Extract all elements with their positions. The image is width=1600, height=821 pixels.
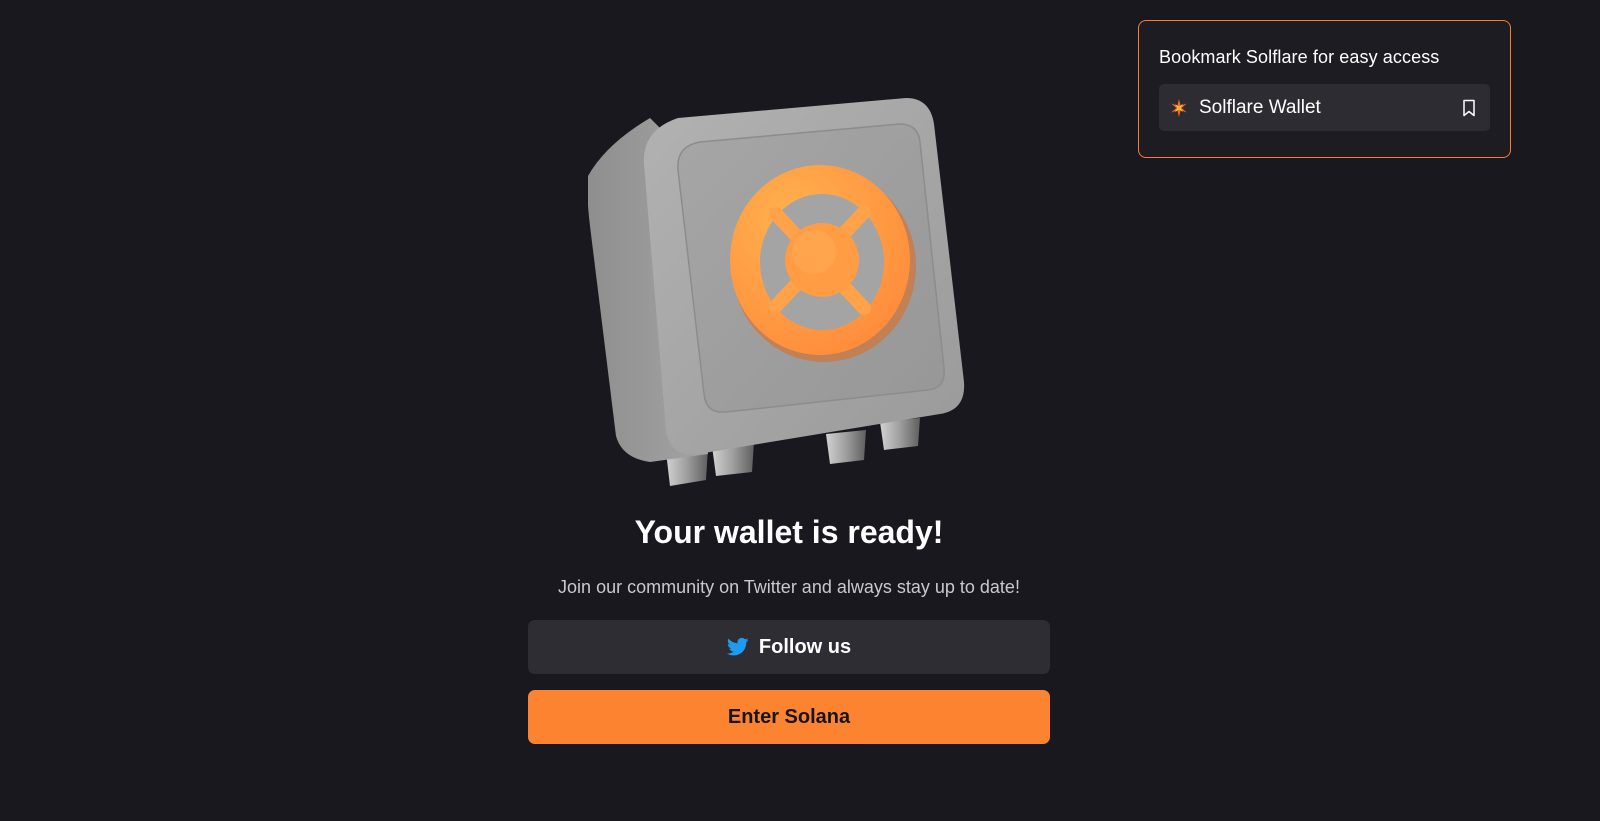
enter-solana-button[interactable]: Enter Solana	[528, 690, 1050, 744]
follow-us-button[interactable]: Follow us	[528, 620, 1050, 674]
bookmark-item[interactable]: Solflare Wallet	[1159, 84, 1490, 131]
solflare-logo-icon	[1169, 98, 1189, 118]
twitter-icon	[726, 637, 749, 657]
page-subtitle: Join our community on Twitter and always…	[558, 577, 1020, 597]
bookmark-title: Bookmark Solflare for easy access	[1159, 47, 1440, 67]
bookmark-icon[interactable]	[1460, 98, 1478, 118]
page-title: Your wallet is ready!	[634, 514, 944, 550]
follow-us-label: Follow us	[758, 635, 852, 658]
bookmark-item-label: Solflare Wallet	[1199, 96, 1321, 118]
bookmark-card: Bookmark Solflare for easy access Solfla…	[1138, 20, 1511, 158]
wallet-ready-page: Bookmark Solflare for easy access Solfla…	[0, 0, 1600, 821]
safe-vault-icon	[587, 96, 988, 490]
enter-solana-label: Enter Solana	[727, 705, 851, 728]
